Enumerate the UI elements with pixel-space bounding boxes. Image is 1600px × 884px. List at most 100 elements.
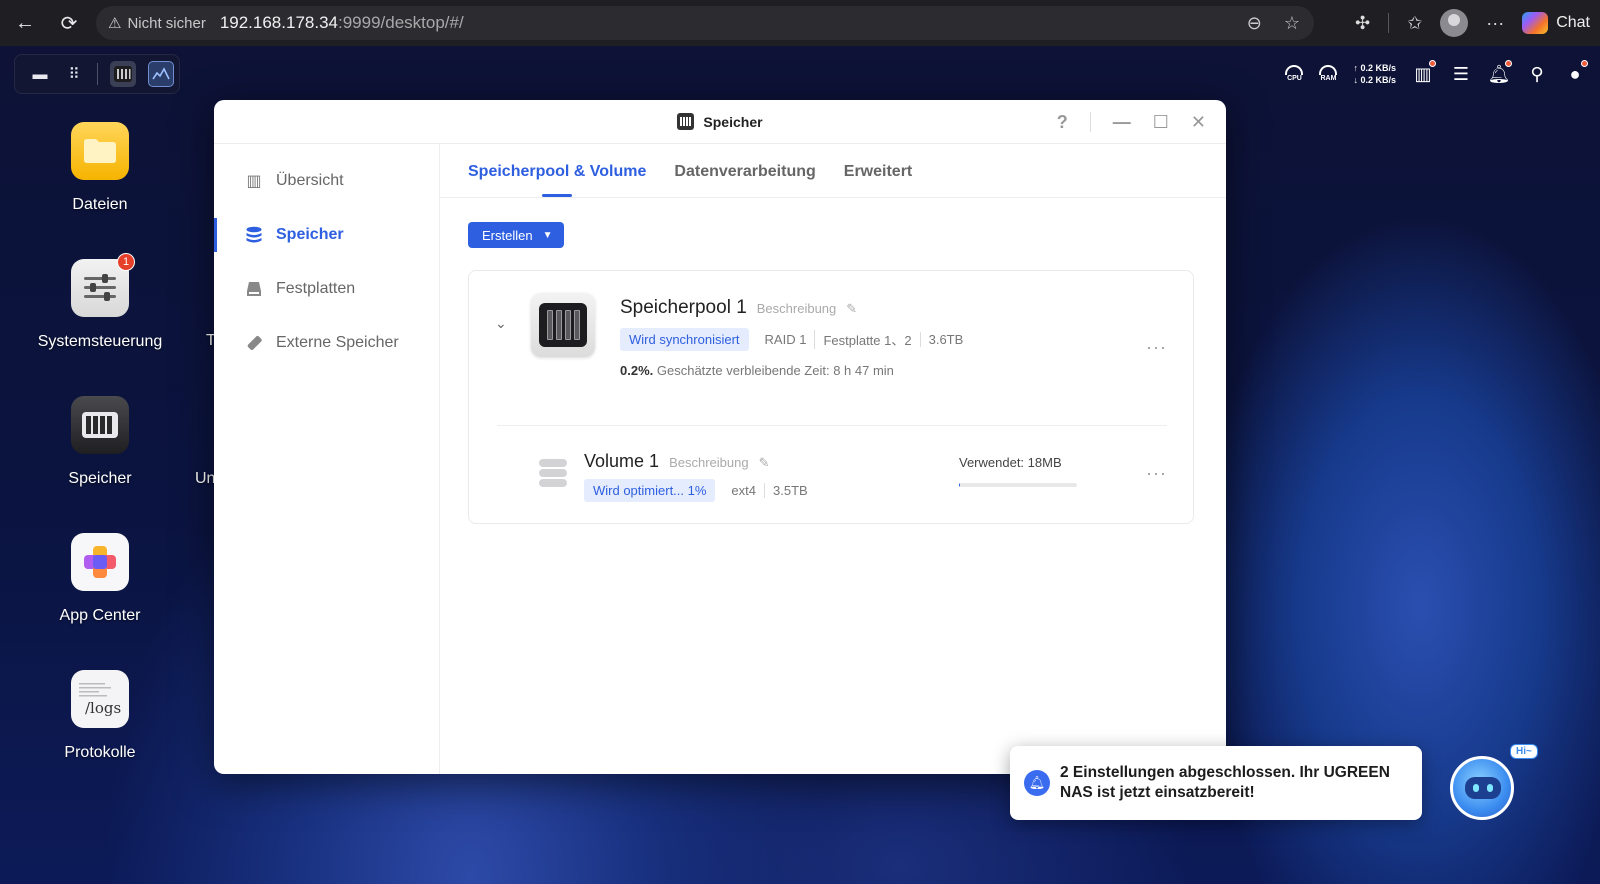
assistant-greeting: Hi~ (1510, 744, 1538, 759)
user-icon[interactable]: ● (1564, 60, 1588, 85)
show-desktop-icon[interactable]: ▬ (29, 63, 51, 85)
desktop-icon-systemsteuerung[interactable]: 1 Systemsteuerung (30, 253, 170, 351)
tab-erweitert[interactable]: Erweitert (844, 163, 912, 197)
url-path: :9999/desktop/#/ (337, 13, 464, 32)
app-center-icon (71, 533, 129, 591)
partially-hidden-icon-label: Un (195, 470, 216, 487)
taskbar-speicher-icon[interactable] (110, 61, 136, 87)
cpu-label: CPU (1287, 75, 1302, 82)
system-tray: CPU RAM ↑ 0.2 KB/s ↓ 0.2 KB/s ▥ ☰ 🔔︎ ⚲ ● (1285, 56, 1588, 92)
window-title: Speicher (703, 113, 763, 130)
hard-drive-icon (244, 279, 264, 299)
assistant-robot-icon[interactable] (1450, 756, 1514, 820)
notification-text: 2 Einstellungen abgeschlossen. Ihr UGREE… (1060, 764, 1390, 801)
volume-icon (539, 459, 567, 489)
notification-dot (1581, 60, 1588, 67)
tab-speicherpool-volume[interactable]: Speicherpool & Volume (468, 163, 646, 197)
pool-description[interactable]: Beschreibung (757, 301, 837, 316)
warning-icon: ⚠ (108, 15, 122, 32)
setup-notification[interactable]: 🔔︎ 2 Einstellungen abgeschlossen. Ihr UG… (1010, 746, 1422, 820)
help-icon[interactable]: ? (1057, 112, 1068, 133)
volume-used-label: Verwendet: 18MB (959, 455, 1062, 470)
ram-gauge[interactable]: RAM (1319, 65, 1338, 83)
favorites-icon[interactable]: ✩ (1407, 13, 1422, 34)
task-list-icon[interactable]: ☰ (1450, 63, 1472, 85)
notification-badge: 1 (117, 253, 135, 271)
address-bar[interactable]: ⚠ Nicht sicher 192.168.178.34 :9999/desk… (96, 6, 1314, 40)
insecure-label: Nicht sicher (127, 14, 206, 32)
window-titlebar[interactable]: Speicher ? — ☐ ✕ (214, 100, 1226, 144)
widgets-icon[interactable]: ▥ (1412, 60, 1436, 85)
desktop-icon-speicher[interactable]: Speicher (30, 396, 170, 488)
tab-datenverarbeitung[interactable]: Datenverarbeitung (674, 163, 815, 197)
zoom-out-icon[interactable]: ⊖ (1247, 13, 1262, 34)
pool-status-badge: Wird synchronisiert (620, 328, 749, 351)
pool-more-icon[interactable]: ··· (1146, 337, 1167, 358)
copilot-icon (1522, 12, 1549, 34)
storage-pool-icon (531, 293, 595, 357)
pool-sync-progress: 0.2%. Geschätzte verbleibende Zeit: 8 h … (620, 363, 894, 378)
sidebar-item-speicher[interactable]: Speicher (214, 208, 439, 262)
extensions-icon[interactable]: ✣ (1355, 13, 1370, 34)
desktop-icon-label: Systemsteuerung (37, 333, 163, 350)
cpu-gauge[interactable]: CPU (1285, 65, 1304, 83)
volume-filesystem: ext4 (731, 483, 756, 498)
desktop-icon-label: App Center (59, 607, 141, 624)
profile-avatar[interactable] (1440, 9, 1469, 37)
copilot-chat-button[interactable]: Chat (1522, 12, 1590, 34)
bookmark-star-icon[interactable]: ☆ (1284, 13, 1300, 34)
taskbar-resource-monitor-icon[interactable] (148, 61, 174, 87)
desktop-icon-label: Dateien (72, 196, 128, 213)
maximize-icon[interactable]: ☐ (1153, 112, 1169, 133)
close-icon[interactable]: ✕ (1191, 112, 1206, 133)
desktop-icon-dateien[interactable]: Dateien (30, 122, 170, 214)
search-icon[interactable]: ⚲ (1526, 63, 1548, 85)
pool-remaining-time: Geschätzte verbleibende Zeit: 8 h 47 min (656, 363, 894, 378)
sidebar-item-label: Festplatten (276, 280, 356, 297)
volume-description[interactable]: Beschreibung (669, 455, 749, 470)
ram-label: RAM (1320, 75, 1337, 82)
create-button[interactable]: Erstellen ▼ (468, 222, 565, 248)
reload-icon[interactable]: ⟳ (52, 6, 86, 40)
sidebar-item-uebersicht[interactable]: ▥ Übersicht (214, 154, 439, 208)
storage-content: Speicherpool & Volume Datenverarbeitung … (440, 144, 1226, 774)
network-speed[interactable]: ↑ 0.2 KB/s ↓ 0.2 KB/s (1353, 62, 1396, 86)
taskbar: ▬ ⠿ (14, 54, 180, 94)
cpu-gauge-icon (1285, 65, 1304, 75)
nas-desktop: ▬ ⠿ CPU RAM ↑ 0.2 KB/s ↓ 0.2 KB/s ▥ ☰ 🔔︎… (0, 46, 1600, 884)
sidebar-item-label: Übersicht (276, 172, 344, 189)
volume-name: Volume 1 (584, 451, 660, 471)
url-host: 192.168.178.34 (219, 13, 338, 32)
chevron-down-icon: ▼ (542, 229, 553, 241)
storage-pool-card: ⌄ Speicherpool 1 Beschreibung ✎ Wird syn… (468, 270, 1194, 524)
volume-more-icon[interactable]: ··· (1146, 463, 1167, 484)
desktop-icon-app-center[interactable]: App Center (30, 533, 170, 625)
edit-pencil-icon[interactable]: ✎ (846, 301, 857, 317)
overview-chart-icon: ▥ (246, 173, 262, 190)
minimize-icon[interactable]: — (1113, 112, 1131, 133)
edit-pencil-icon[interactable]: ✎ (759, 455, 770, 471)
storage-manager-window: Speicher ? — ☐ ✕ ▥ Übersicht Speicher Fe… (214, 100, 1226, 774)
chat-label: Chat (1556, 14, 1590, 31)
desktop-icon-protokolle[interactable]: /logs Protokolle (30, 670, 170, 762)
create-button-label: Erstellen (482, 227, 533, 243)
usb-drive-icon (244, 333, 264, 353)
database-icon (244, 225, 264, 245)
notification-dot (1429, 60, 1436, 67)
notification-dot (1505, 60, 1512, 67)
app-grid-icon[interactable]: ⠿ (63, 63, 85, 85)
storage-app-icon (677, 113, 695, 130)
browser-toolbar: ← ⟳ ⚠ Nicht sicher 192.168.178.34 :9999/… (0, 0, 1600, 46)
sidebar-item-externe-speicher[interactable]: Externe Speicher (214, 316, 439, 370)
more-menu-icon[interactable]: ··· (1486, 13, 1504, 34)
logs-icon-text: /logs (85, 699, 122, 717)
bell-icon[interactable]: 🔔︎ (1488, 60, 1512, 85)
collapse-chevron-icon[interactable]: ⌄ (495, 315, 507, 332)
back-arrow-icon[interactable]: ← (8, 6, 42, 40)
download-speed: ↓ 0.2 KB/s (1353, 75, 1396, 85)
desktop-icon-label: Protokolle (64, 744, 136, 761)
desktop-icon-label: Speicher (68, 470, 132, 487)
sidebar-item-festplatten[interactable]: Festplatten (214, 262, 439, 316)
folder-icon (71, 122, 129, 180)
control-panel-icon: 1 (71, 253, 135, 317)
